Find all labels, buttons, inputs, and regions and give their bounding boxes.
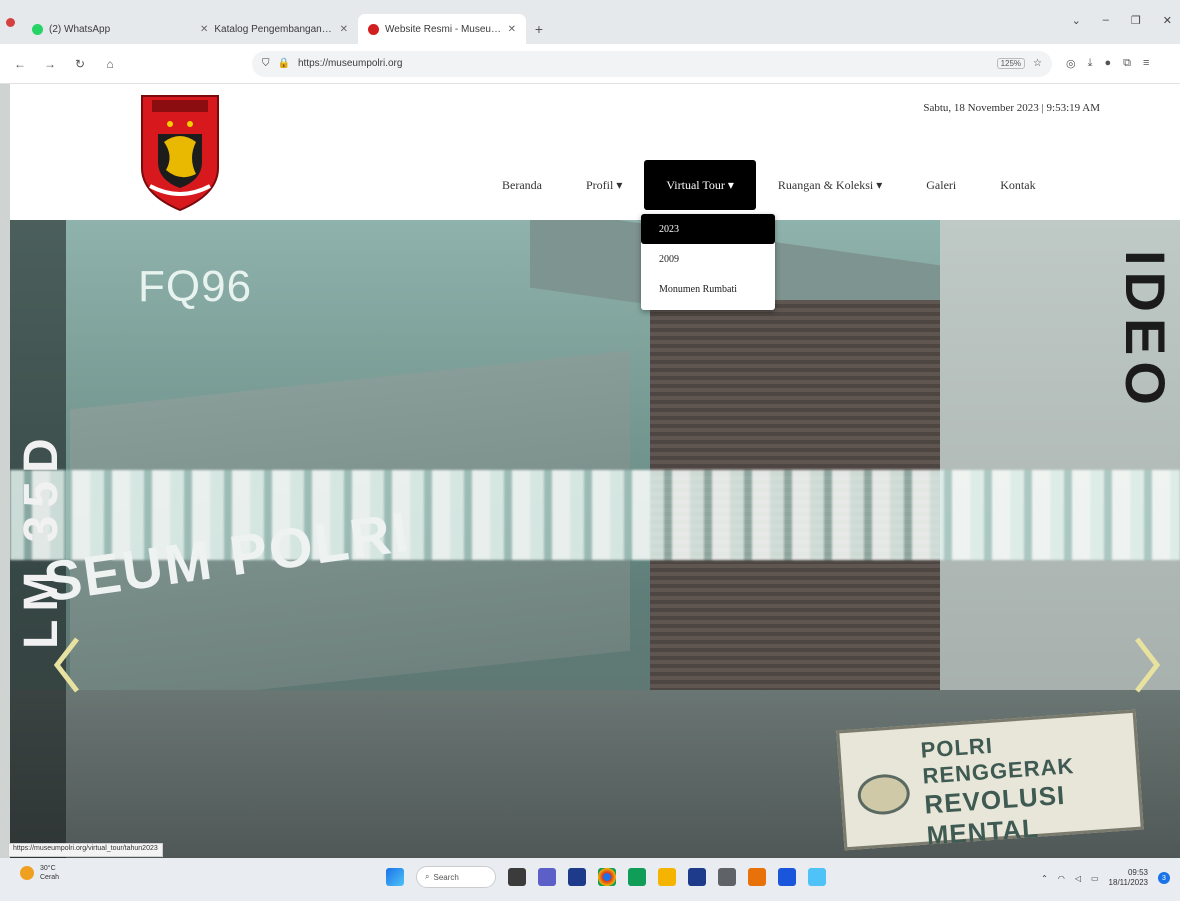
volume-icon[interactable]: ◁ bbox=[1075, 874, 1081, 883]
slider-next-button[interactable] bbox=[1128, 630, 1168, 700]
lock-icon[interactable]: 🔒 bbox=[278, 58, 290, 69]
forward-icon[interactable]: → bbox=[42, 57, 58, 71]
download-icon[interactable]: ⤓ bbox=[1088, 57, 1093, 70]
sun-icon bbox=[20, 866, 34, 880]
new-tab-icon[interactable]: + bbox=[526, 14, 552, 44]
window-controls: ⌄ – ❐ ✕ bbox=[1072, 14, 1172, 27]
main-nav: Beranda Profil ▾ Virtual Tour ▾ Ruangan … bbox=[480, 160, 1058, 210]
nav-galeri[interactable]: Galeri bbox=[904, 160, 978, 210]
close-tab-icon[interactable]: ✕ bbox=[508, 24, 516, 35]
weather-widget[interactable]: 30°C Cerah bbox=[20, 864, 59, 882]
museum-polri-favicon-icon bbox=[368, 23, 379, 35]
virtual-tour-dropdown: 2023 2009 Monumen Rumbati bbox=[641, 214, 775, 310]
taskbar-clock[interactable]: 09:53 18/11/2023 bbox=[1109, 868, 1148, 888]
browser-tabstrip: (2) WhatsApp ✕ Katalog Pengembangan Obje… bbox=[0, 0, 1180, 44]
site-header: Sabtu, 18 November 2023 | 9:53:19 AM Ber… bbox=[10, 84, 1180, 220]
clock-date: 18/11/2023 bbox=[1108, 878, 1148, 887]
extensions-icon[interactable]: ⧉ bbox=[1123, 57, 1131, 70]
hero-slider: FQ96 SEUM POLRI LM 35D IDEO POLRI RENGGE… bbox=[10, 220, 1180, 858]
chevron-left-icon bbox=[53, 637, 79, 693]
taskbar-search[interactable]: ⌕ Search bbox=[416, 866, 496, 888]
minimize-icon[interactable]: – bbox=[1103, 14, 1109, 27]
os-taskbar: 30°C Cerah ⌕ Search ⌃ ◠ ◁ ▭ 09:53 18/11/… bbox=[0, 858, 1180, 901]
chrome-icon[interactable] bbox=[598, 868, 616, 886]
slider-prev-button[interactable] bbox=[46, 630, 86, 700]
calculator-icon[interactable] bbox=[688, 868, 706, 886]
nav-ruangan-koleksi[interactable]: Ruangan & Koleksi ▾ bbox=[756, 160, 904, 210]
close-tab-icon[interactable]: ✕ bbox=[200, 24, 208, 35]
weather-temp: 30°C bbox=[40, 865, 56, 872]
revolusi-mental-banner: POLRI RENGGERAK REVOLUSI MENTAL bbox=[836, 709, 1144, 851]
close-window-icon[interactable]: ✕ bbox=[1163, 14, 1172, 27]
home-icon[interactable]: ⌂ bbox=[102, 57, 118, 71]
firefox-icon[interactable] bbox=[748, 868, 766, 886]
current-datetime: Sabtu, 18 November 2023 | 9:53:19 AM bbox=[923, 102, 1100, 114]
chevron-right-icon bbox=[1135, 637, 1161, 693]
tab-museum-polri[interactable]: Website Resmi - Museum Polri ✕ bbox=[358, 14, 526, 44]
window-menu-icon[interactable] bbox=[6, 18, 15, 27]
nav-profil[interactable]: Profil ▾ bbox=[564, 160, 644, 210]
polri-shield-logo[interactable] bbox=[136, 90, 224, 212]
task-view-icon[interactable] bbox=[508, 868, 526, 886]
shield-icon[interactable]: ⛉ bbox=[262, 58, 270, 69]
account-icon[interactable]: ● bbox=[1104, 57, 1111, 70]
dropdown-item-2023[interactable]: 2023 bbox=[641, 214, 775, 244]
banner-emblem-icon bbox=[856, 772, 912, 817]
whatsapp-favicon-icon bbox=[32, 23, 43, 35]
store-icon[interactable] bbox=[568, 868, 586, 886]
back-icon[interactable]: ← bbox=[12, 57, 28, 71]
tray-chevron-icon[interactable]: ⌃ bbox=[1041, 874, 1048, 883]
address-bar[interactable]: ⛉ 🔒 https://museumpolri.org 125% ☆ bbox=[252, 50, 1052, 77]
bookmark-star-icon[interactable]: ☆ bbox=[1033, 58, 1042, 69]
toolbar-icons: ◎ ⤓ ● ⧉ ≡ bbox=[1066, 57, 1149, 70]
dropdown-item-monumen-rumbati[interactable]: Monumen Rumbati bbox=[641, 274, 775, 304]
nav-kontak[interactable]: Kontak bbox=[978, 160, 1057, 210]
tab-title: Website Resmi - Museum Polri bbox=[385, 23, 502, 35]
zoom-level[interactable]: 125% bbox=[996, 58, 1026, 69]
tab-search-icon[interactable]: ⌄ bbox=[1072, 14, 1081, 27]
windows-start-icon[interactable] bbox=[386, 868, 404, 886]
settings-icon[interactable] bbox=[718, 868, 736, 886]
tab-whatsapp[interactable]: (2) WhatsApp bbox=[22, 14, 190, 44]
tab-title: Katalog Pengembangan Objek Bud bbox=[214, 23, 333, 35]
battery-icon[interactable]: ▭ bbox=[1091, 874, 1099, 883]
tab-title: (2) WhatsApp bbox=[49, 23, 111, 35]
close-tab-icon[interactable]: ✕ bbox=[340, 24, 348, 35]
pocket-icon[interactable]: ◎ bbox=[1066, 57, 1076, 70]
menu-icon[interactable]: ≡ bbox=[1143, 57, 1149, 70]
status-bar-url: https://museumpolri.org/virtual_tour/tah… bbox=[8, 843, 163, 857]
word-icon[interactable] bbox=[778, 868, 796, 886]
weather-desc: Cerah bbox=[40, 874, 60, 881]
photos-icon[interactable] bbox=[808, 868, 826, 886]
left-vertical-text: LM 35D bbox=[15, 430, 68, 650]
notification-badge[interactable]: 3 bbox=[1158, 872, 1170, 884]
edge-icon[interactable] bbox=[628, 868, 646, 886]
nav-virtual-tour[interactable]: Virtual Tour ▾ bbox=[644, 160, 756, 210]
search-label: Search bbox=[433, 872, 459, 882]
nav-beranda[interactable]: Beranda bbox=[480, 160, 564, 210]
search-icon: ⌕ bbox=[425, 872, 430, 881]
reload-icon[interactable]: ↻ bbox=[72, 57, 88, 71]
hero-overlay-word: FQ96 bbox=[138, 262, 253, 311]
taskbar-apps: ⌕ Search bbox=[386, 866, 826, 888]
file-explorer-icon[interactable] bbox=[658, 868, 676, 886]
clock-time: 09:53 bbox=[1127, 868, 1148, 877]
tab-katalog[interactable]: ✕ Katalog Pengembangan Objek Bud ✕ bbox=[190, 14, 358, 44]
maximize-icon[interactable]: ❐ bbox=[1131, 14, 1141, 27]
wifi-icon[interactable]: ◠ bbox=[1058, 874, 1065, 883]
chat-icon[interactable] bbox=[538, 868, 556, 886]
system-tray: ⌃ ◠ ◁ ▭ 09:53 18/11/2023 3 bbox=[1041, 868, 1170, 888]
url-text[interactable]: https://museumpolri.org bbox=[298, 58, 989, 69]
dropdown-item-2009[interactable]: 2009 bbox=[641, 244, 775, 274]
browser-toolbar: ← → ↻ ⌂ ⛉ 🔒 https://museumpolri.org 125%… bbox=[0, 44, 1180, 84]
